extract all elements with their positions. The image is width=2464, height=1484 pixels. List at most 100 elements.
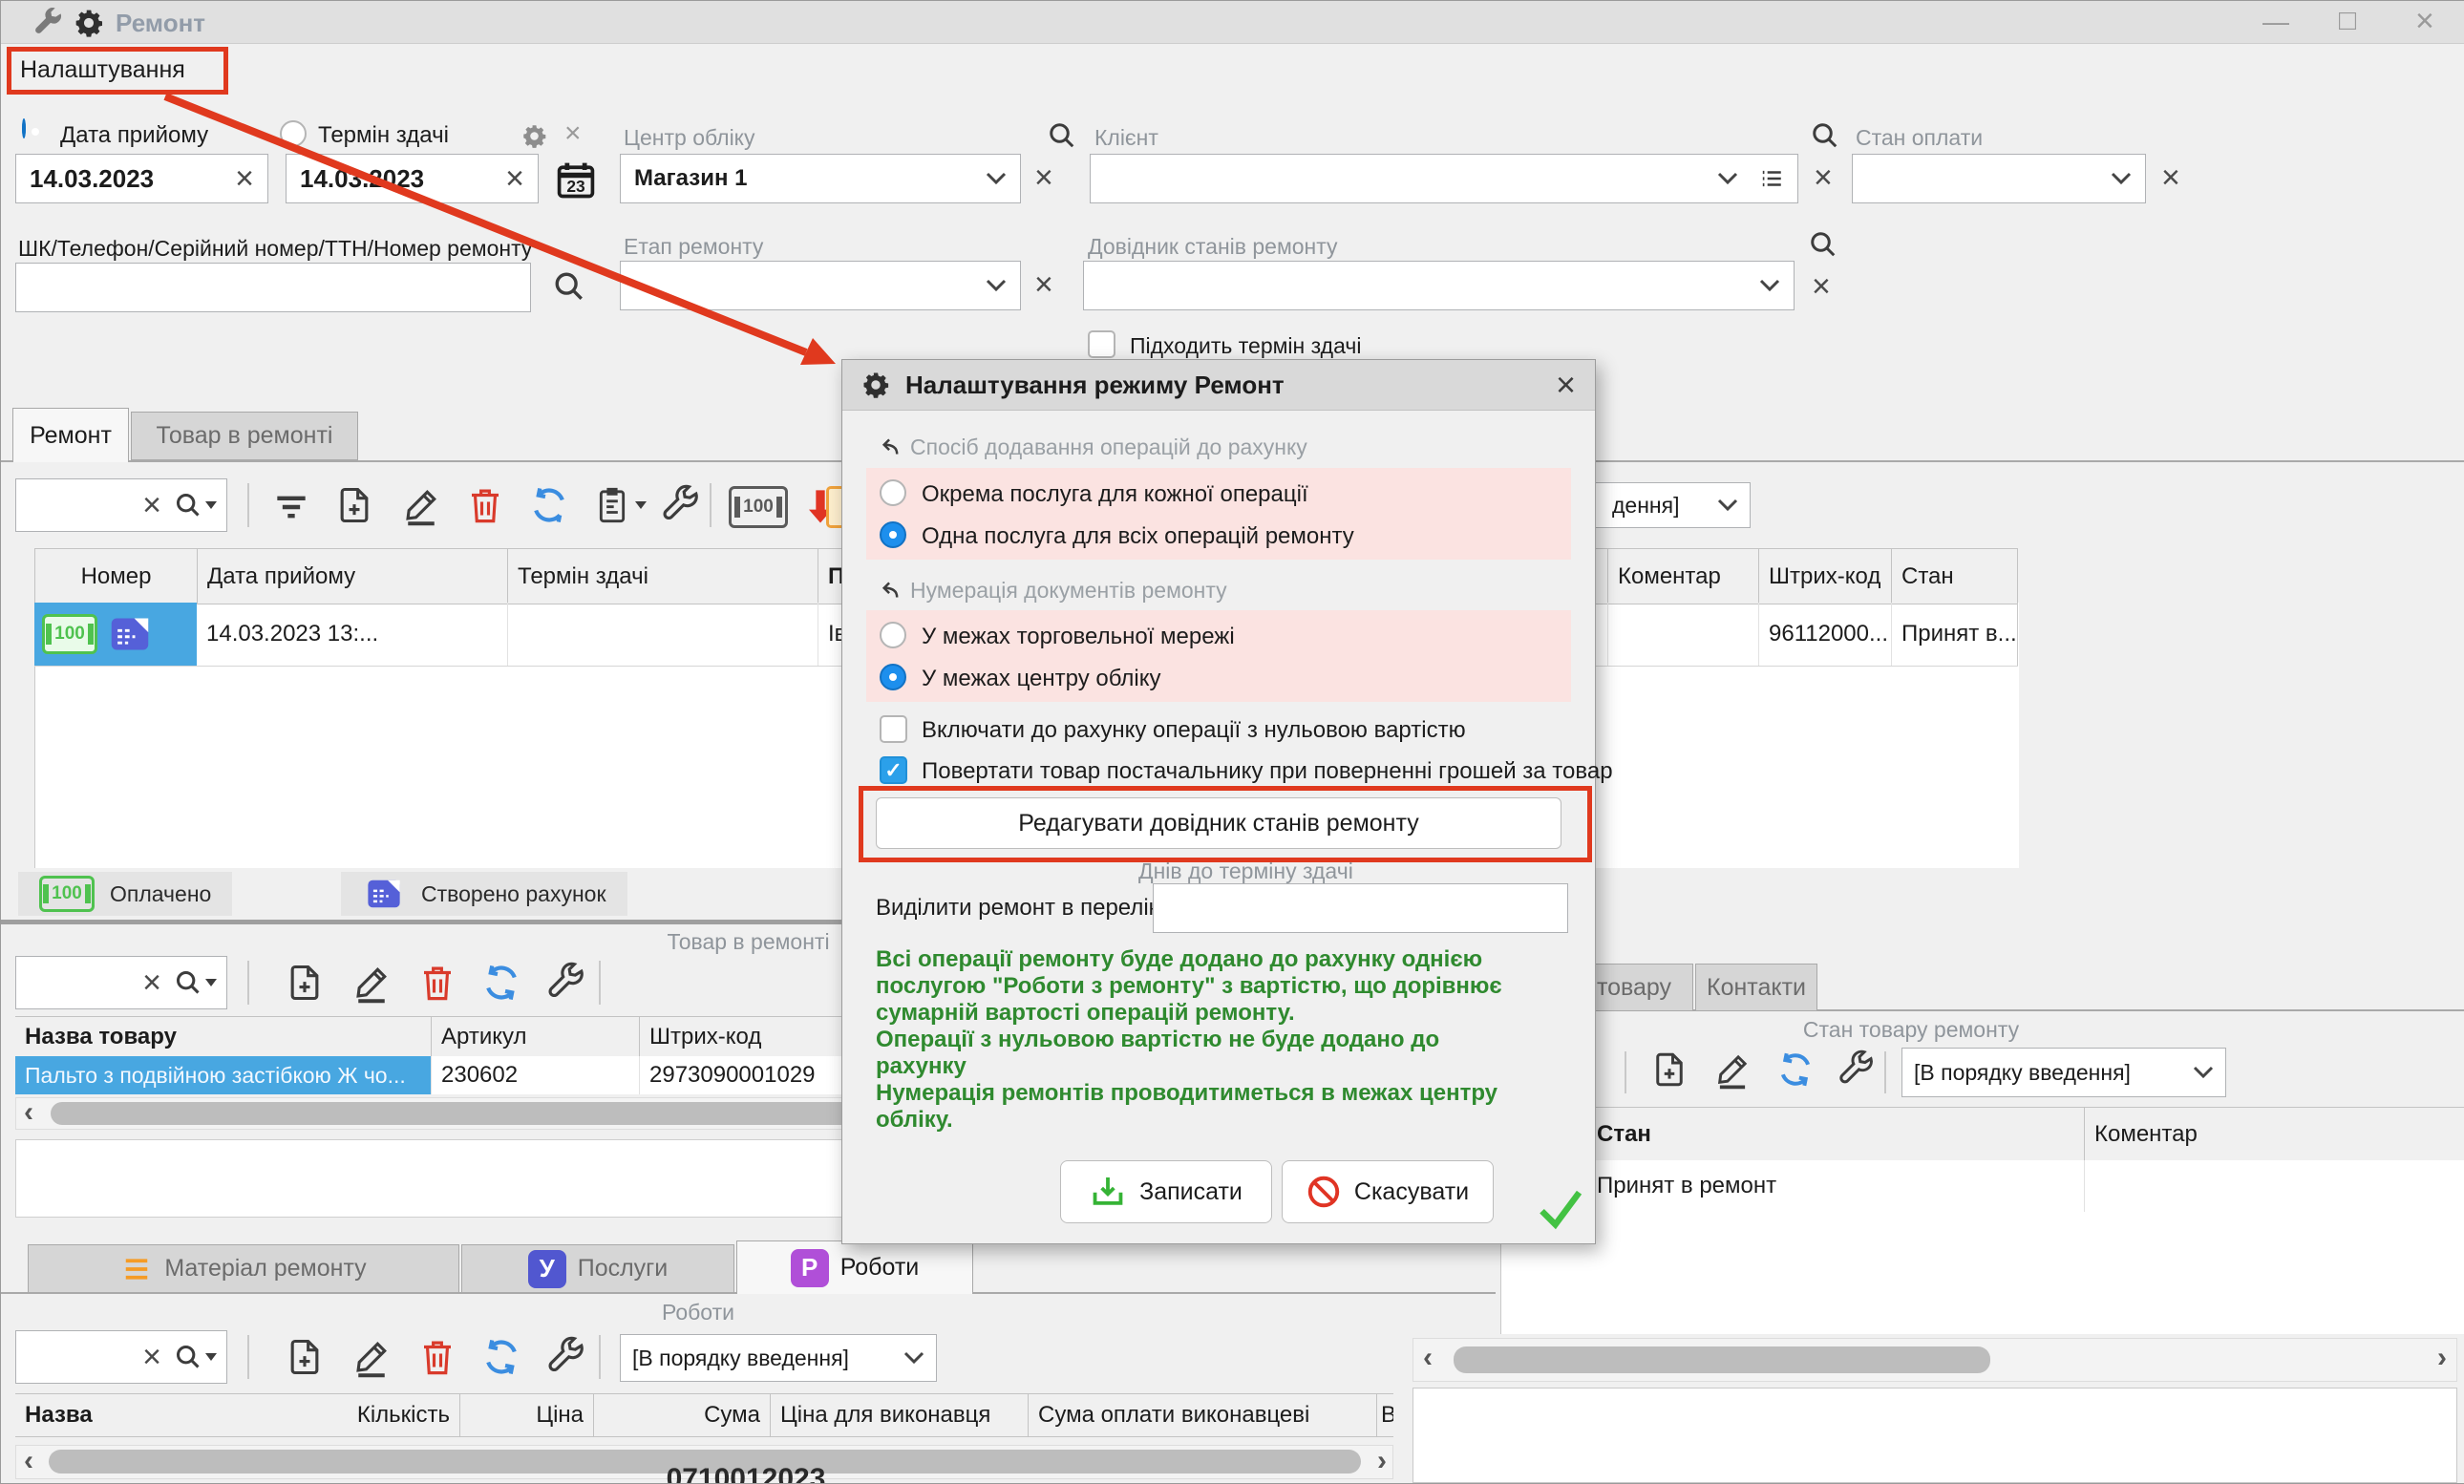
- works-sort-select[interactable]: [В порядку введення]: [620, 1334, 937, 1382]
- accounting-center-select[interactable]: Магазин 1: [620, 154, 1021, 203]
- settings-menu-label[interactable]: Налаштування: [20, 56, 185, 84]
- save-button[interactable]: Записати: [1060, 1160, 1272, 1223]
- due-date-radio[interactable]: [280, 120, 307, 147]
- add-icon[interactable]: [333, 484, 375, 526]
- tab-works[interactable]: Р Роботи: [736, 1240, 973, 1294]
- repair-stage-clear-icon[interactable]: ×: [1034, 268, 1053, 301]
- client-clear-icon[interactable]: ×: [1814, 161, 1833, 194]
- delete-icon[interactable]: [417, 1336, 457, 1378]
- search-clear-icon[interactable]: ×: [142, 966, 161, 999]
- cancel-button[interactable]: Скасувати: [1282, 1160, 1494, 1223]
- scroll-thumb[interactable]: [1454, 1346, 1990, 1373]
- maximize-button[interactable]: □: [2339, 5, 2356, 37]
- tab-repair[interactable]: Ремонт: [12, 408, 129, 462]
- scroll-left-icon[interactable]: ‹: [24, 1098, 33, 1127]
- works-table-header[interactable]: Назва Кількість Ціна Сума Ціна для викон…: [15, 1393, 1393, 1437]
- search-icon[interactable]: [175, 969, 217, 996]
- edit-states-button[interactable]: Редагувати довідник станів ремонту: [876, 797, 1561, 849]
- search-icon[interactable]: [175, 1344, 217, 1370]
- report-icon[interactable]: [593, 484, 647, 526]
- payment-state-select[interactable]: [1852, 154, 2146, 203]
- delete-icon[interactable]: [417, 962, 457, 1004]
- service-wrench-icon[interactable]: [660, 484, 700, 526]
- scroll-left-icon[interactable]: ‹: [1423, 1344, 1433, 1372]
- radio-network-numbering[interactable]: [880, 622, 906, 648]
- delete-icon[interactable]: [465, 484, 505, 526]
- dialog-titlebar[interactable]: Налаштування режиму Ремонт ×: [842, 360, 1595, 411]
- scroll-right-icon[interactable]: ›: [1377, 1447, 1387, 1475]
- radio-single-service[interactable]: [880, 521, 906, 548]
- search-clear-icon[interactable]: ×: [142, 1341, 161, 1373]
- radio-center-numbering-label[interactable]: У межах центру обліку: [922, 666, 1161, 692]
- add-icon[interactable]: [1649, 1049, 1689, 1090]
- date-to-input[interactable]: 14.03.2023 ×: [286, 154, 539, 203]
- state-hscrollbar[interactable]: ‹ ›: [1413, 1338, 2457, 1382]
- refresh-icon[interactable]: [480, 1336, 522, 1378]
- payment-state-search-icon[interactable]: [1811, 121, 1839, 150]
- days-to-due-input[interactable]: [1153, 883, 1568, 933]
- states-dict-clear-icon[interactable]: ×: [1812, 270, 1831, 303]
- repair-stage-select[interactable]: [620, 261, 1021, 310]
- refresh-icon[interactable]: [480, 962, 522, 1004]
- radio-single-service-label[interactable]: Одна послуга для всіх операцій ремонту: [922, 523, 1354, 550]
- add-mode-group: Окрема послуга для кожної операції Одна …: [866, 468, 1571, 560]
- calendar-icon[interactable]: 23: [555, 159, 597, 201]
- payment-state-clear-icon[interactable]: ×: [2161, 161, 2180, 194]
- search-icon[interactable]: [175, 492, 217, 519]
- radio-network-numbering-label[interactable]: У межах торговельної мережі: [922, 624, 1235, 650]
- scroll-right-icon[interactable]: ›: [2437, 1344, 2447, 1372]
- edit-icon[interactable]: [350, 1336, 393, 1378]
- scroll-left-icon[interactable]: ‹: [24, 1447, 33, 1475]
- due-date-radio-label[interactable]: Термін здачі: [318, 122, 449, 149]
- date-receive-radio[interactable]: [22, 118, 26, 138]
- radio-center-numbering[interactable]: [880, 664, 906, 690]
- accounting-center-clear-icon[interactable]: ×: [1034, 161, 1053, 194]
- repair-search-input[interactable]: ×: [15, 478, 227, 532]
- search-clear-icon[interactable]: ×: [142, 489, 161, 521]
- state-table-row[interactable]: Принят в ремонт: [1500, 1160, 2464, 1213]
- state-table-header[interactable]: Стан Коментар: [1500, 1107, 2464, 1162]
- state-sort-select[interactable]: [В порядку введення]: [1901, 1048, 2226, 1097]
- minimize-button[interactable]: —: [2262, 7, 2289, 37]
- dialog-close-icon[interactable]: ×: [1556, 368, 1576, 402]
- filter-icon[interactable]: [270, 486, 312, 528]
- service-wrench-icon[interactable]: [545, 962, 585, 1004]
- states-dict-search-icon[interactable]: [1809, 230, 1837, 259]
- tab-repair-material[interactable]: Матеріал ремонту: [28, 1244, 459, 1293]
- due-soon-checkbox[interactable]: [1088, 330, 1115, 358]
- add-icon[interactable]: [284, 962, 326, 1004]
- refresh-icon[interactable]: [528, 484, 570, 526]
- date-from-input[interactable]: 14.03.2023 ×: [15, 154, 268, 203]
- filter-gear-icon[interactable]: [521, 123, 547, 149]
- edit-icon[interactable]: [1712, 1049, 1752, 1090]
- date-receive-radio-label[interactable]: Дата прийому: [60, 122, 208, 149]
- tab-contacts[interactable]: Контакти: [1695, 964, 1817, 1011]
- tab-goods-in-repair[interactable]: Товар в ремонті: [131, 412, 358, 460]
- edit-icon[interactable]: [350, 962, 393, 1004]
- due-soon-checkbox-label[interactable]: Підходить термін здачі: [1130, 333, 1361, 359]
- barcode-search-icon[interactable]: [553, 270, 585, 303]
- barcode-search-input[interactable]: [15, 263, 531, 312]
- refresh-icon[interactable]: [1775, 1049, 1816, 1090]
- goods-search-input[interactable]: ×: [15, 956, 227, 1009]
- service-wrench-icon[interactable]: [1837, 1049, 1875, 1090]
- radio-separate-service[interactable]: [880, 479, 906, 506]
- zero-cost-checkbox[interactable]: [880, 715, 907, 743]
- service-wrench-icon[interactable]: [545, 1336, 585, 1378]
- client-select[interactable]: [1090, 154, 1798, 203]
- date-from-clear-icon[interactable]: ×: [235, 162, 254, 195]
- window-close-button[interactable]: ×: [2415, 3, 2434, 40]
- return-goods-checkbox[interactable]: ✓: [880, 756, 907, 784]
- tab-services[interactable]: У Послуги: [461, 1244, 734, 1293]
- radio-separate-service-label[interactable]: Окрема послуга для кожної операції: [922, 481, 1308, 508]
- date-filter-clear-icon[interactable]: ×: [564, 119, 582, 148]
- zero-cost-checkbox-label[interactable]: Включати до рахунку операції з нульовою …: [922, 717, 1466, 744]
- date-to-clear-icon[interactable]: ×: [505, 162, 524, 195]
- return-goods-checkbox-label[interactable]: Повертати товар постачальнику при поверн…: [922, 758, 1613, 785]
- client-search-icon[interactable]: [1048, 121, 1076, 150]
- add-icon[interactable]: [284, 1336, 326, 1378]
- works-search-input[interactable]: ×: [15, 1330, 227, 1384]
- states-dict-select[interactable]: [1083, 261, 1795, 310]
- edit-icon[interactable]: [400, 484, 442, 526]
- barcode-icon[interactable]: 100: [729, 486, 788, 528]
